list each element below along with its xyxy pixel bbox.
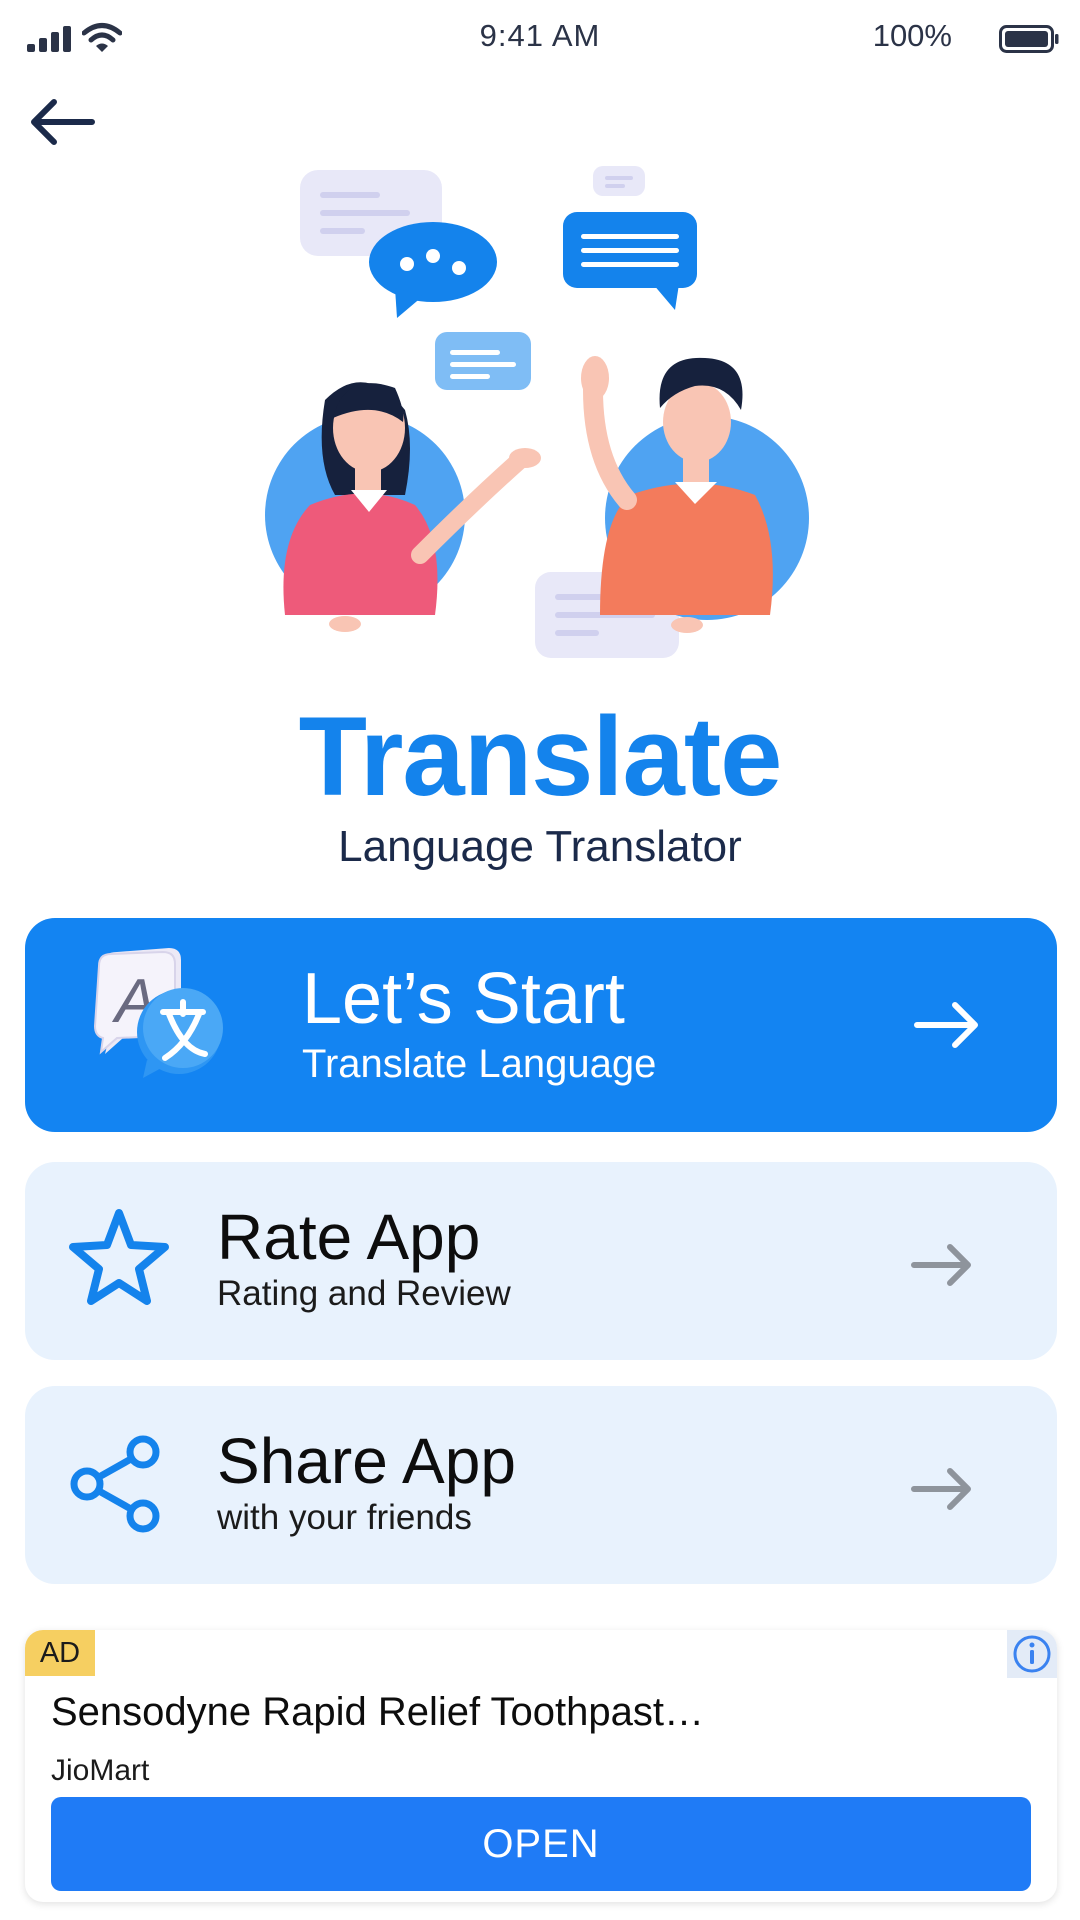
ad-advertiser: JioMart <box>51 1754 150 1787</box>
ad-banner[interactable]: AD Sensodyne Rapid Relief Toothpast… Jio… <box>25 1630 1057 1902</box>
battery-percentage: 100% <box>872 18 952 53</box>
arrow-right-icon <box>911 1244 971 1286</box>
ad-badge: AD <box>25 1630 95 1676</box>
start-card-title: Let’s Start <box>302 959 625 1039</box>
arrow-right-icon <box>914 1002 978 1048</box>
info-icon <box>1013 1635 1051 1673</box>
app-subtitle: Language Translator <box>338 822 742 871</box>
status-bar: 9:41 AM 100% <box>0 0 1080 80</box>
two-people-chatting-illustration <box>265 166 809 658</box>
ad-open-button[interactable]: OPEN <box>51 1797 1031 1891</box>
rate-card-title: Rate App <box>217 1201 481 1273</box>
arrow-left-icon <box>31 99 95 145</box>
app-title: Translate <box>298 694 783 819</box>
ad-title: Sensodyne Rapid Relief Toothpast… <box>51 1690 705 1734</box>
battery-icon <box>999 25 1059 53</box>
ad-info-button[interactable] <box>1007 1630 1057 1678</box>
back-button[interactable] <box>26 94 98 150</box>
star-icon <box>69 1209 169 1305</box>
share-card-title: Share App <box>217 1425 516 1497</box>
rate-card-subtitle: Rating and Review <box>217 1274 511 1313</box>
share-card-subtitle: with your friends <box>217 1498 472 1537</box>
translate-icon: A <box>93 948 223 1078</box>
share-icon <box>70 1435 160 1533</box>
start-card-subtitle: Translate Language <box>302 1042 657 1086</box>
arrow-right-icon <box>911 1468 971 1510</box>
start-translate-button[interactable]: A Let’s Start Translate Language <box>25 918 1057 1132</box>
rate-app-button[interactable]: Rate App Rating and Review <box>25 1162 1057 1360</box>
share-app-button[interactable]: Share App with your friends <box>25 1386 1057 1584</box>
